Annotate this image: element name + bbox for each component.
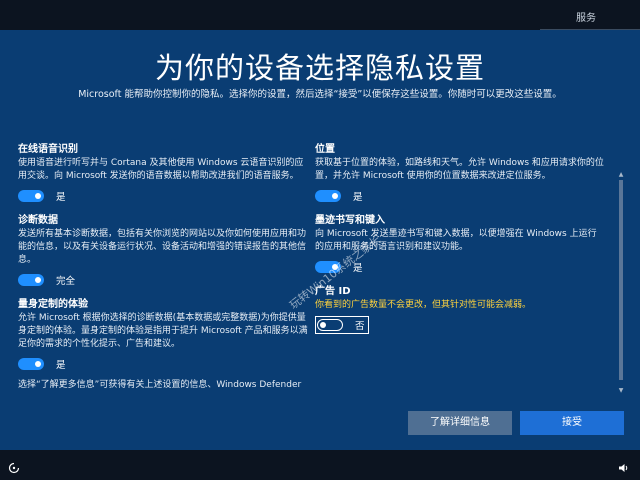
advertising-id-focus-box: 否 [315, 316, 369, 334]
advertising-id-toggle[interactable] [317, 319, 343, 331]
toggle-state-label: 是 [353, 192, 363, 203]
page-subtitle: Microsoft 能帮助你控制你的隐私。选择你的设置，然后选择“接受”以便保存… [78, 89, 562, 100]
setting-warning: 你看到的广告数量不会更改，但其针对性可能会减弱。 [315, 300, 532, 310]
page-title: 为你的设备选择隐私设置 [154, 51, 485, 85]
scrollbar[interactable]: ▲ ▼ [618, 172, 624, 394]
toggle-knob [320, 321, 326, 328]
toggle-knob [35, 193, 41, 199]
setting-title: 在线语音识别 [18, 144, 78, 155]
learn-more-button[interactable]: 了解详细信息 [408, 411, 512, 435]
setting-title: 诊断数据 [18, 215, 58, 226]
ease-of-access-icon[interactable] [8, 459, 20, 474]
toggle-state-label: 否 [355, 321, 365, 332]
toggle-state-label: 是 [56, 360, 66, 371]
setting-title: 位置 [315, 144, 335, 155]
bottom-bar [0, 450, 640, 480]
learn-more-note: 选择“了解更多信息”可获得有关上述设置的信息、Windows Defender [18, 380, 302, 390]
toggle-knob [35, 277, 41, 283]
setting-description: 获取基于位置的体验，如路线和天气。允许 Windows 和应用请求你的位置，并允… [315, 158, 604, 181]
toggle-knob [35, 361, 41, 367]
setting-title: 墨迹书写和键入 [315, 215, 385, 226]
toggle-state-label: 是 [56, 192, 66, 203]
toggle-knob [332, 193, 338, 199]
left-column: 在线语音识别 使用语音进行听写并与 Cortana 及其他使用 Windows … [18, 140, 308, 392]
toggle-state-label: 完全 [56, 276, 76, 287]
settings-scroll-area[interactable]: 在线语音识别 使用语音进行听写并与 Cortana 及其他使用 Windows … [18, 140, 616, 398]
accept-button[interactable]: 接受 [520, 411, 624, 435]
volume-icon[interactable] [618, 459, 630, 472]
setting-online-speech: 在线语音识别 使用语音进行听写并与 Cortana 及其他使用 Windows … [18, 140, 308, 203]
location-toggle[interactable] [315, 190, 341, 202]
tailored-experiences-toggle[interactable] [18, 358, 44, 370]
setting-description: 允许 Microsoft 根据你选择的诊断数据(基本数据或完整数据)为你提供量身… [18, 313, 308, 349]
online-speech-toggle[interactable] [18, 190, 44, 202]
service-link[interactable]: 服务 [576, 9, 596, 24]
setting-description: 使用语音进行听写并与 Cortana 及其他使用 Windows 云语音识别的应… [18, 158, 304, 181]
right-column: 位置 获取基于位置的体验，如路线和天气。允许 Windows 和应用请求你的位置… [315, 140, 605, 340]
scroll-up-arrow-icon[interactable]: ▲ [618, 172, 624, 178]
setting-diagnostics: 诊断数据 发送所有基本诊断数据，包括有关你浏览的网站以及你如何使用应用和功能的信… [18, 211, 308, 287]
scroll-thumb[interactable] [619, 180, 623, 380]
scroll-down-arrow-icon[interactable]: ▼ [618, 388, 624, 394]
setting-description: 发送所有基本诊断数据，包括有关你浏览的网站以及你如何使用应用和功能的信息，以及有… [18, 229, 307, 265]
top-bar: 服务 [0, 0, 640, 30]
setting-tailored-experiences: 量身定制的体验 允许 Microsoft 根据你选择的诊断数据(基本数据或完整数… [18, 295, 308, 371]
diagnostics-toggle[interactable] [18, 274, 44, 286]
setting-advertising-id: 广告 ID 你看到的广告数量不会更改，但其针对性可能会减弱。 否 [315, 282, 605, 334]
setting-title: 量身定制的体验 [18, 299, 88, 310]
setting-title: 广告 ID [315, 286, 351, 297]
setting-location: 位置 获取基于位置的体验，如路线和天气。允许 Windows 和应用请求你的位置… [315, 140, 605, 203]
